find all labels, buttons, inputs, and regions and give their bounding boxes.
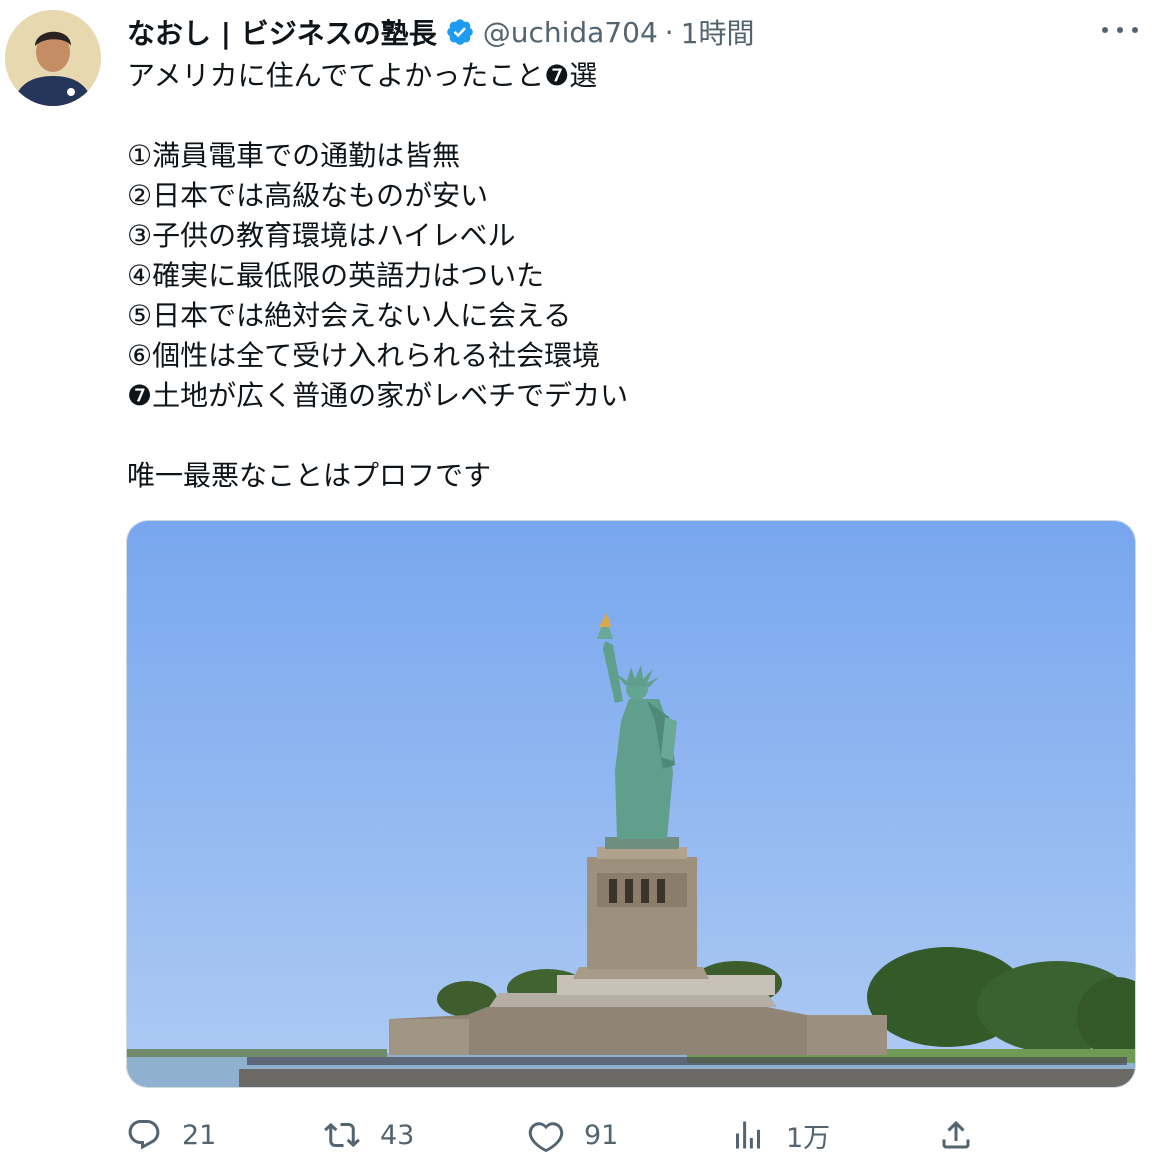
share-icon bbox=[942, 1120, 970, 1149]
statue-of-liberty-photo bbox=[127, 521, 1135, 1087]
more-options-icon[interactable] bbox=[1102, 18, 1138, 42]
tweet-text: アメリカに住んでてよかったこと❼選 ①満員電車での通勤は皆無 ②日本では高級なも… bbox=[127, 59, 629, 492]
heart-icon bbox=[528, 1122, 564, 1153]
like-count: 91 bbox=[584, 1119, 619, 1151]
like-button[interactable]: 91 bbox=[528, 1112, 618, 1158]
avatar[interactable] bbox=[5, 10, 101, 106]
views-button[interactable]: 1万 bbox=[730, 1112, 830, 1158]
reply-icon bbox=[128, 1120, 160, 1150]
retweet-count: 43 bbox=[380, 1119, 415, 1151]
separator-dot: · bbox=[664, 15, 674, 49]
timestamp[interactable]: 1時間 bbox=[681, 12, 755, 52]
display-name[interactable]: なおし | ビジネスの塾長 bbox=[127, 12, 437, 52]
tweet-actions: 21 43 91 1万 bbox=[126, 1112, 1136, 1158]
verified-badge-icon bbox=[446, 19, 473, 45]
retweet-icon bbox=[324, 1122, 360, 1148]
share-button[interactable] bbox=[938, 1112, 974, 1158]
reply-count: 21 bbox=[182, 1119, 217, 1151]
tweet-media[interactable] bbox=[126, 520, 1136, 1088]
views-count: 1万 bbox=[786, 1122, 831, 1154]
avatar-photo bbox=[5, 10, 101, 106]
handle[interactable]: @uchida704 bbox=[483, 16, 658, 49]
analytics-icon bbox=[736, 1121, 760, 1149]
retweet-button[interactable]: 43 bbox=[324, 1112, 414, 1158]
reply-button[interactable]: 21 bbox=[126, 1112, 216, 1158]
tweet-header: なおし | ビジネスの塾長 @uchida704 · 1時間 bbox=[127, 12, 755, 52]
